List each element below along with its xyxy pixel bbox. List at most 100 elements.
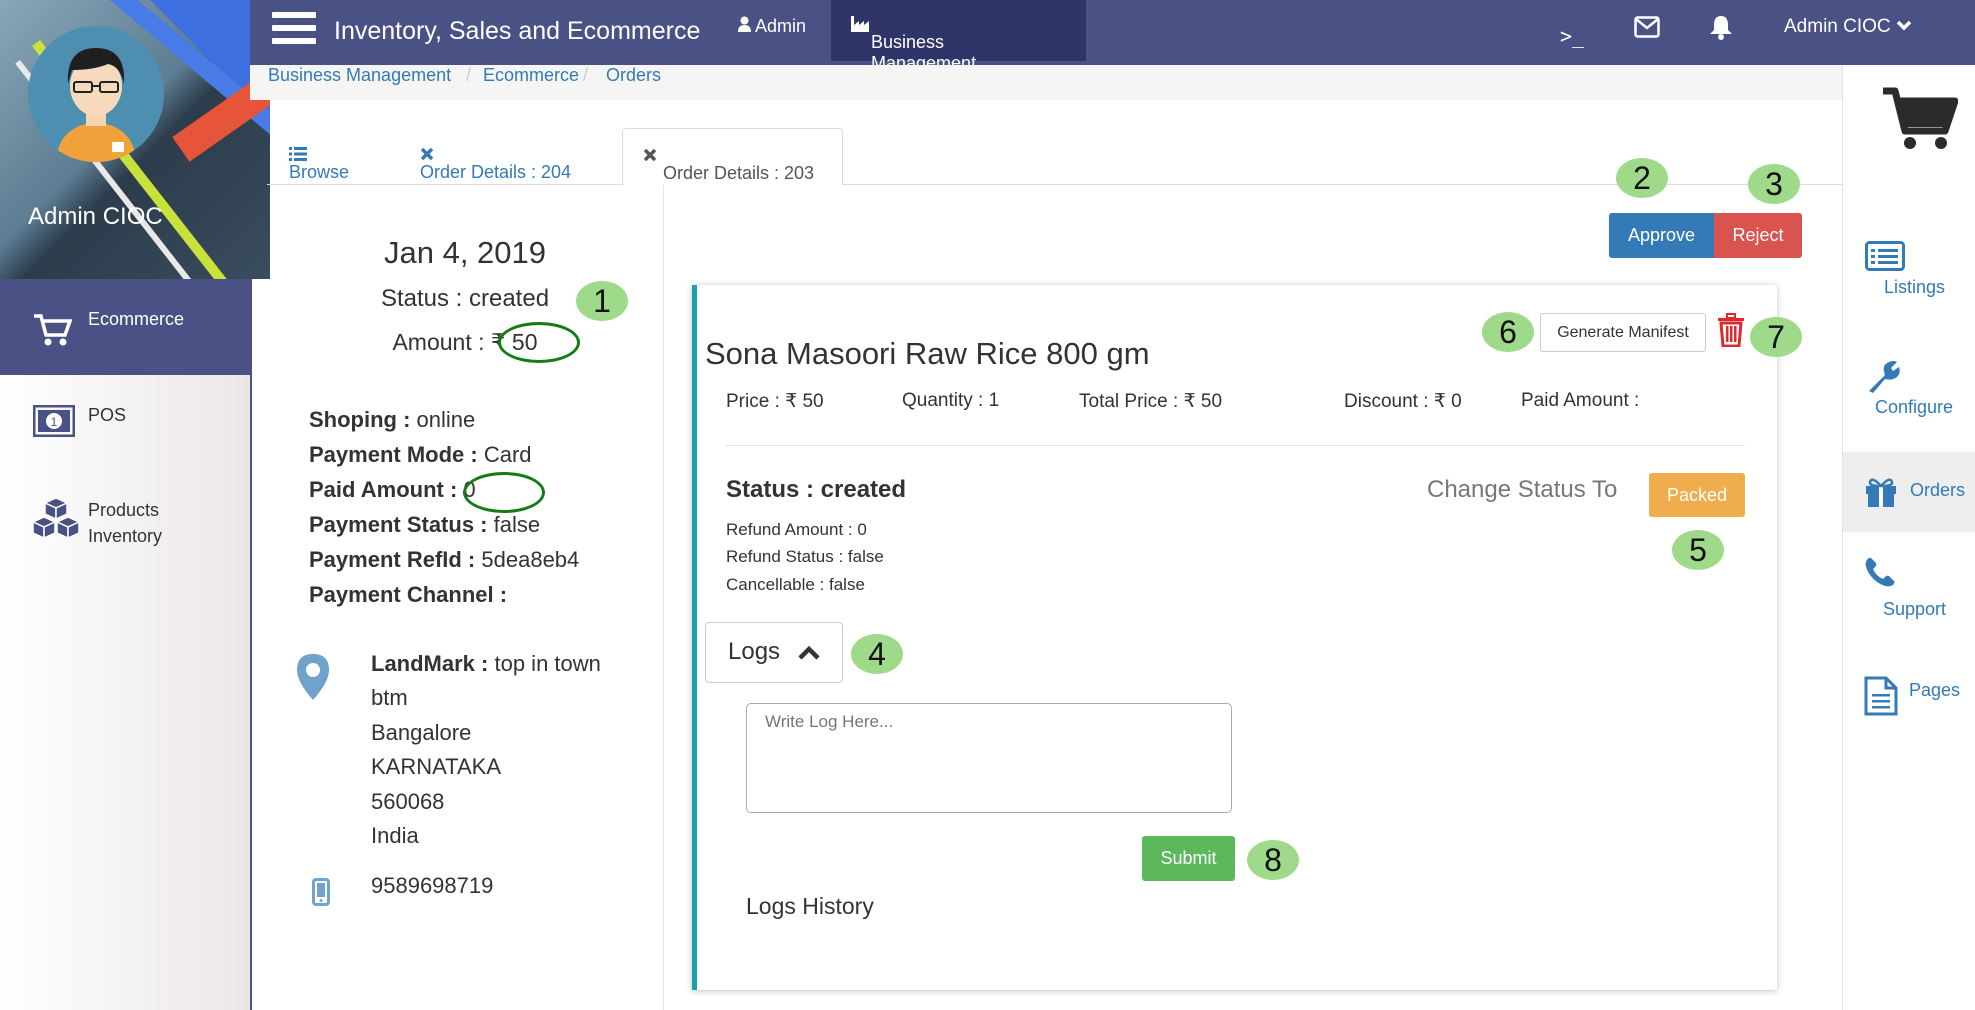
- item-discount: Discount : ₹ 0: [1344, 391, 1462, 412]
- tab-browse[interactable]: Browse: [267, 128, 392, 183]
- logs-history-title: Logs History: [746, 893, 874, 919]
- right-nav-label: Support: [1883, 599, 1947, 619]
- annotation-badge: 2: [1616, 158, 1668, 198]
- right-nav-support[interactable]: Support: [1843, 557, 1975, 637]
- address-line: btm: [371, 685, 408, 710]
- reject-button[interactable]: Reject: [1714, 213, 1802, 258]
- profile-card: Admin CIOC: [0, 0, 270, 279]
- trash-icon[interactable]: [1717, 313, 1745, 347]
- tab-label: Order Details : 204: [420, 162, 572, 182]
- gift-icon: [1866, 478, 1896, 507]
- generate-manifest-button[interactable]: Generate Manifest: [1540, 313, 1706, 352]
- mobile-icon: [312, 878, 330, 906]
- log-textarea[interactable]: [746, 703, 1232, 813]
- annotation-badge: 6: [1482, 312, 1534, 352]
- sidebar-item-label: Inventory: [88, 526, 163, 546]
- close-icon[interactable]: [420, 147, 434, 161]
- close-icon[interactable]: [643, 148, 657, 162]
- sidebar-item-products-inventory[interactable]: Products Inventory: [0, 488, 250, 558]
- sidebar-item-pos[interactable]: 1 POS: [0, 375, 250, 471]
- right-sidebar: Listings Configure Orders Support Pages: [1842, 65, 1975, 1010]
- cubes-icon: [32, 497, 80, 539]
- cart-icon[interactable]: [1883, 87, 1958, 151]
- sidebar-item-label: POS: [88, 405, 127, 425]
- field-value: 5dea8eb4: [481, 547, 580, 572]
- change-status-label: Change Status To: [1427, 476, 1618, 503]
- field-key: Payment Status :: [309, 512, 488, 537]
- map-marker-icon: [297, 654, 329, 700]
- tab-bar: Browse Order Details : 204 Order Details…: [267, 128, 1842, 186]
- field-payment-refid: Payment RefId : 5dea8eb4: [309, 547, 579, 573]
- profile-name: Admin CIOC: [28, 203, 163, 230]
- right-nav-listings[interactable]: Listings: [1843, 235, 1975, 315]
- order-date: Jan 4, 2019: [383, 235, 547, 270]
- cart-icon: [34, 314, 72, 346]
- address-line: India: [371, 823, 419, 848]
- item-quantity: Quantity : 1: [902, 390, 1000, 411]
- annotation-badge: 3: [1748, 164, 1800, 204]
- avatar[interactable]: [28, 26, 164, 162]
- refund-amount: Refund Amount : 0: [726, 520, 867, 539]
- address-line: 560068: [371, 789, 445, 814]
- bell-icon[interactable]: [1708, 14, 1734, 40]
- user-icon: [738, 16, 751, 32]
- phone-icon: [1865, 557, 1895, 587]
- field-key: LandMark :: [371, 651, 489, 676]
- user-menu[interactable]: Admin CIOC: [1784, 16, 1912, 38]
- field-key: Shoping :: [309, 407, 411, 432]
- right-nav-pages[interactable]: Pages: [1843, 672, 1975, 752]
- field-paid-amount: Paid Amount : 0: [309, 477, 476, 503]
- field-shoping: Shoping : online: [309, 407, 475, 433]
- field-payment-mode: Payment Mode : Card: [309, 442, 532, 468]
- breadcrumb-orders[interactable]: Orders: [606, 65, 661, 86]
- right-nav-label: Listings: [1884, 277, 1946, 297]
- breadcrumb-business-management[interactable]: Business Management: [268, 65, 451, 86]
- item-paid-amount: Paid Amount :: [1521, 390, 1640, 411]
- nav-admin[interactable]: Admin: [738, 16, 806, 37]
- field-value: false: [493, 512, 541, 537]
- field-key: Payment Channel :: [309, 582, 508, 607]
- right-nav-label: Pages: [1909, 680, 1961, 700]
- sidebar-item-ecommerce[interactable]: Ecommerce: [0, 279, 250, 375]
- cancellable: Cancellable : false: [726, 575, 865, 594]
- approve-button[interactable]: Approve: [1609, 213, 1714, 258]
- tab-order-203[interactable]: Order Details : 203: [622, 128, 843, 186]
- item-status: Status : created: [726, 476, 907, 503]
- app-title[interactable]: Inventory, Sales and Ecommerce: [334, 17, 700, 46]
- refund-status: Refund Status : false: [726, 547, 884, 566]
- product-title: Sona Masoori Raw Rice 800 gm: [705, 336, 1150, 371]
- field-value: online: [416, 407, 476, 432]
- breadcrumb-ecommerce[interactable]: Ecommerce: [483, 65, 579, 86]
- tab-order-204[interactable]: Order Details : 204: [394, 128, 620, 183]
- packed-status-button[interactable]: Packed: [1649, 473, 1745, 517]
- wrench-icon: [1869, 361, 1900, 393]
- user-menu-label: Admin CIOC: [1784, 16, 1891, 37]
- nav-business-management[interactable]: Business Management: [831, 0, 1086, 73]
- highlight-amount-oval: [498, 322, 580, 363]
- logs-toggle-button[interactable]: Logs: [705, 622, 843, 683]
- field-payment-status: Payment Status : false: [309, 512, 540, 538]
- industry-icon: [851, 16, 869, 32]
- list-icon: [1865, 241, 1905, 271]
- envelope-icon[interactable]: [1634, 16, 1660, 38]
- right-nav-label: Configure: [1875, 397, 1954, 417]
- terminal-icon[interactable]: >_: [1560, 24, 1584, 48]
- logs-toggle-label: Logs: [728, 638, 781, 665]
- sidebar-item-label: Ecommerce: [88, 309, 185, 329]
- field-value: top in town: [494, 651, 601, 676]
- annotation-badge: 1: [576, 281, 628, 321]
- address-line: KARNATAKA: [371, 754, 501, 779]
- right-nav-configure[interactable]: Configure: [1843, 355, 1975, 435]
- annotation-badge: 8: [1247, 840, 1299, 880]
- order-amount: Amount : ₹ 50: [267, 329, 663, 356]
- hamburger-menu-icon[interactable]: [272, 12, 316, 48]
- item-total-price: Total Price : ₹ 50: [1079, 391, 1223, 412]
- right-nav-orders[interactable]: Orders: [1843, 452, 1975, 532]
- right-nav-label: Orders: [1910, 480, 1966, 500]
- address-landmark: LandMark : top in town: [371, 651, 601, 677]
- field-key: Payment RefId :: [309, 547, 476, 572]
- address-line: Bangalore: [371, 720, 472, 745]
- field-value: Card: [483, 442, 532, 467]
- item-price: Price : ₹ 50: [726, 391, 824, 412]
- submit-log-button[interactable]: Submit: [1142, 836, 1235, 881]
